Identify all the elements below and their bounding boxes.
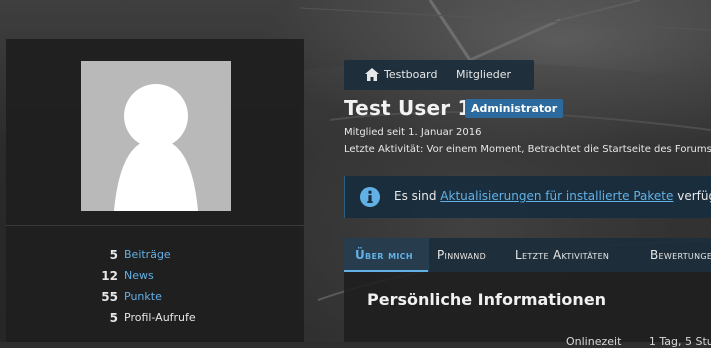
tab-recent-activity[interactable]: Letzte Aktivitäten bbox=[515, 248, 609, 262]
about-panel: Persönliche Informationen Onlinezeit 1 T… bbox=[344, 272, 711, 348]
stat-profile-views-label: Profil-Aufrufe bbox=[124, 311, 196, 324]
update-notice: Es sind Aktualisierungen für installiert… bbox=[344, 176, 711, 218]
avatar[interactable] bbox=[81, 61, 231, 211]
stat-news: 12 News bbox=[6, 269, 304, 285]
page-title: Test User 1 bbox=[344, 96, 472, 120]
tab-wall[interactable]: Pinnwand bbox=[437, 248, 486, 262]
stat-posts: 5 Beiträge bbox=[6, 248, 304, 264]
user-silhouette-icon bbox=[114, 84, 198, 211]
tab-about[interactable]: Über mich bbox=[355, 248, 413, 262]
stat-posts-value: 5 bbox=[109, 248, 118, 262]
last-activity: Letzte Aktivität: Vor einem Moment, Betr… bbox=[344, 144, 711, 155]
member-since: Mitglied seit 1. Januar 2016 bbox=[344, 127, 482, 138]
stat-profile-views: 5 Profil-Aufrufe bbox=[6, 311, 304, 327]
info-icon bbox=[360, 187, 380, 207]
stat-points: 55 Punkte bbox=[6, 290, 304, 306]
stat-news-value: 12 bbox=[101, 269, 118, 283]
sidebar-divider bbox=[6, 225, 304, 226]
notice-text: Es sind Aktualisierungen für installiert… bbox=[394, 189, 711, 203]
profile-tabs: Über mich Pinnwand Letzte Aktivitäten Be… bbox=[344, 238, 711, 272]
profile-sidebar: 5 Beiträge 12 News 55 Punkte 5 Profil-Au… bbox=[6, 39, 304, 342]
breadcrumb-testboard[interactable]: Testboard bbox=[384, 68, 437, 81]
breadcrumb: Testboard Mitglieder bbox=[344, 60, 534, 90]
notice-text-after: verfügbar bbox=[677, 189, 711, 203]
breadcrumb-members[interactable]: Mitglieder bbox=[456, 68, 511, 81]
stat-points-value: 55 bbox=[101, 290, 118, 304]
notice-updates-link[interactable]: Aktualisierungen für installierte Pakete bbox=[440, 189, 673, 203]
stat-news-link[interactable]: News bbox=[124, 269, 154, 282]
section-title: Persönliche Informationen bbox=[367, 290, 607, 309]
stat-profile-views-value: 5 bbox=[109, 311, 118, 325]
tab-ratings[interactable]: Bewertungen bbox=[650, 248, 711, 262]
stat-posts-link[interactable]: Beiträge bbox=[124, 248, 171, 261]
tab-separator bbox=[428, 238, 429, 272]
home-icon[interactable] bbox=[365, 68, 379, 81]
notice-text-before: Es sind bbox=[394, 189, 441, 203]
stat-points-link[interactable]: Punkte bbox=[124, 290, 162, 303]
role-badge: Administrator bbox=[465, 99, 564, 118]
